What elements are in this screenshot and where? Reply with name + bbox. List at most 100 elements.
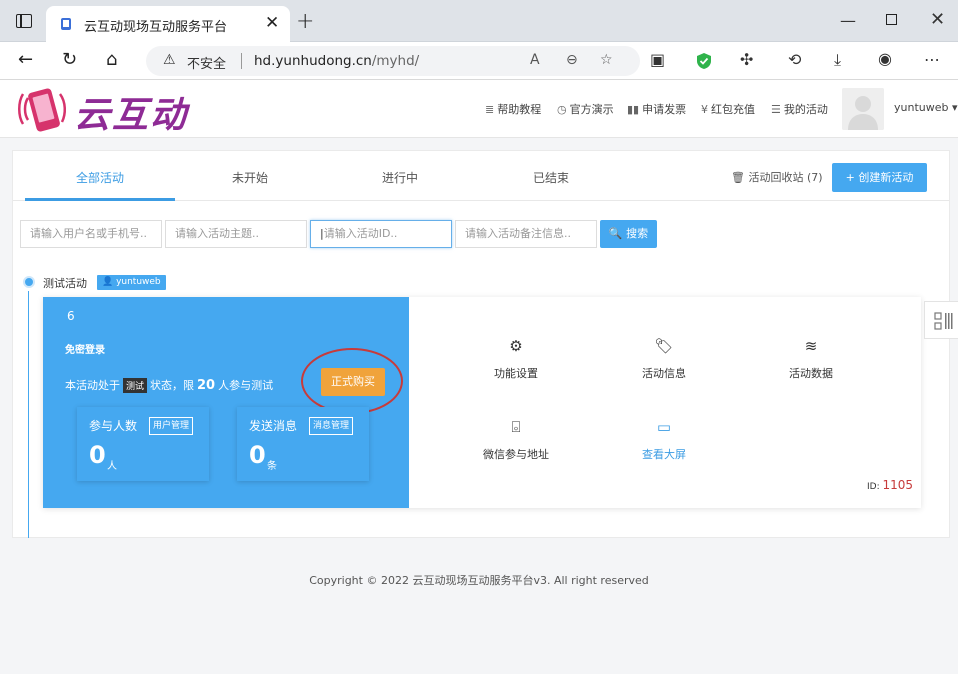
laptop-icon: ▭ xyxy=(656,418,672,436)
nav-my-activities[interactable]: ☰ 我的活动 xyxy=(771,101,828,117)
window-minimize-icon[interactable]: — xyxy=(840,11,856,30)
url-text: hd.yunhudong.cn/myhd/ xyxy=(254,53,419,69)
participants-value: 0 xyxy=(89,441,106,469)
qr-code-side-button[interactable] xyxy=(924,301,958,339)
url-host: hd.yunhudong.cn xyxy=(254,53,372,69)
highlight-circle xyxy=(301,348,403,414)
sidebar-toggle-icon[interactable] xyxy=(16,14,32,28)
warning-icon: ⚠ xyxy=(163,52,176,68)
history-icon[interactable]: ⟲ xyxy=(788,50,801,69)
active-tab-indicator xyxy=(25,198,175,201)
search-row: 请输入用户名或手机号.. 请输入活动主题.. |请输入活动ID.. 请输入活动备… xyxy=(13,220,949,248)
activities-panel: 全部活动 未开始 进行中 已结束 🗑 活动回收站 (7) + 创建新活动 请输入… xyxy=(12,150,950,538)
activity-card: 6 免密登录 本活动处于 测试 状态，限 20 人参与测试 正式购买 参与人数 用户管理… xyxy=(43,297,921,508)
note-search-input[interactable]: 请输入活动备注信息.. xyxy=(455,220,597,248)
group-title: 测试活动 xyxy=(43,277,87,290)
recycle-bin-link[interactable]: 🗑 活动回收站 (7) xyxy=(731,169,823,185)
read-aloud-icon[interactable]: A xyxy=(530,52,540,68)
browser-tab[interactable]: 云互动现场互动服务平台 ✕ xyxy=(46,6,290,42)
home-icon[interactable]: ⌂ xyxy=(106,49,117,70)
status-badge: 测试 xyxy=(123,378,148,393)
reload-icon[interactable]: ↻ xyxy=(62,49,77,70)
messages-stat: 发送消息 消息管理 0 条 xyxy=(237,407,369,481)
invoice-icon: ▮▮ xyxy=(627,103,640,116)
activity-info[interactable]: 🏷 活动信息 xyxy=(609,337,719,381)
url-field[interactable]: ⚠ 不安全 hd.yunhudong.cn/myhd/ A ⊖ ☆ xyxy=(146,46,640,76)
search-button[interactable]: 🔍 搜索 xyxy=(600,220,657,248)
function-settings[interactable]: ⚙ 功能设置 xyxy=(461,337,571,381)
window-maximize-icon[interactable] xyxy=(886,14,897,25)
favorite-icon[interactable]: ☆ xyxy=(600,52,613,68)
tab-close-icon[interactable]: ✕ xyxy=(265,13,279,33)
timeline-dot xyxy=(23,276,35,288)
create-activity-button[interactable]: + 创建新活动 xyxy=(832,163,927,192)
participants-label: 参与人数 xyxy=(89,419,138,433)
user-menu[interactable]: yuntuweb ▾ xyxy=(894,101,958,114)
tab-not-started[interactable]: 未开始 xyxy=(175,169,325,186)
qr-code-icon xyxy=(934,312,953,330)
logo-text[interactable]: 云互动 xyxy=(74,86,188,138)
activity-id-value: 1105 xyxy=(882,478,914,492)
url-path: /myhd/ xyxy=(371,53,420,69)
nav-demo[interactable]: ◷ 官方演示 xyxy=(557,101,614,117)
nav-help[interactable]: ≣ 帮助教程 xyxy=(485,101,541,117)
new-tab-icon[interactable]: + xyxy=(296,9,314,34)
activity-id: ID: 1105 xyxy=(867,478,914,492)
menu-icon: ☰ xyxy=(771,103,781,116)
footer-copyright: Copyright © 2022 云互动现场互动服务平台v3. All righ… xyxy=(309,574,649,587)
messages-value: 0 xyxy=(249,441,266,469)
user-management-button[interactable]: 用户管理 xyxy=(149,417,194,435)
nav-recharge[interactable]: ¥ 红包充值 xyxy=(701,101,755,117)
clock-icon: ◷ xyxy=(557,103,567,116)
activity-status: 本活动处于 测试 状态，限 20 人参与测试 xyxy=(65,378,274,393)
nav-invoice[interactable]: ▮▮ 申请发票 xyxy=(627,101,686,117)
activity-title[interactable]: 6 xyxy=(67,309,75,323)
view-big-screen[interactable]: ▭ 查看大屏 xyxy=(609,418,719,462)
activity-subtitle: 免密登录 xyxy=(65,345,105,356)
messages-unit: 条 xyxy=(267,461,277,472)
puzzle-icon[interactable]: ✣ xyxy=(740,50,753,69)
participant-limit: 20 xyxy=(197,378,216,393)
more-icon[interactable]: ⋯ xyxy=(924,50,940,69)
database-icon: ≋ xyxy=(804,337,818,355)
wechat-join-address[interactable]: ⌻ 微信参与地址 xyxy=(461,418,571,462)
insecure-label: 不安全 xyxy=(187,57,227,72)
activity-id-search-input[interactable]: |请输入活动ID.. xyxy=(310,220,452,248)
gear-icon: ⚙ xyxy=(509,337,523,355)
tab-in-progress[interactable]: 进行中 xyxy=(325,169,475,186)
filter-tabs: 全部活动 未开始 进行中 已结束 🗑 活动回收站 (7) + 创建新活动 xyxy=(13,151,949,201)
group-user-badge: 👤 yuntuweb xyxy=(97,275,166,290)
topic-search-input[interactable]: 请输入活动主题.. xyxy=(165,220,307,248)
activity-data[interactable]: ≋ 活动数据 xyxy=(756,337,866,381)
zoom-icon[interactable]: ⊖ xyxy=(566,52,578,68)
user-avatar-icon xyxy=(842,88,884,130)
scan-icon: ⌻ xyxy=(511,418,521,436)
tab-title: 云互动现场互动服务平台 xyxy=(84,20,228,35)
download-icon[interactable]: ⤓ xyxy=(834,50,841,70)
site-header: 云互动 ≣ 帮助教程 ◷ 官方演示 ▮▮ 申请发票 ¥ 红包充值 ☰ 我的活动 yuntu… xyxy=(0,80,958,138)
activity-card-summary: 6 免密登录 本活动处于 测试 状态，限 20 人参与测试 正式购买 参与人数 用户管理… xyxy=(43,297,409,508)
window-close-icon[interactable]: ✕ xyxy=(930,9,945,30)
tag-icon: 🏷 xyxy=(654,337,674,355)
site-favicon-icon xyxy=(61,18,71,30)
logo-phone-icon[interactable] xyxy=(18,84,72,136)
address-bar: ← ↻ ⌂ ⚠ 不安全 hd.yunhudong.cn/myhd/ A ⊖ ☆ … xyxy=(0,42,958,80)
shield-icon[interactable] xyxy=(696,52,712,70)
activity-functions: ⚙ 功能设置 🏷 活动信息 ≋ 活动数据 ⌻ 微信参与地址 ▭ 查看大屏 ID:… xyxy=(409,297,921,508)
list-icon: ≣ xyxy=(485,103,495,116)
browser-tab-bar: 云互动现场互动服务平台 ✕ + — ✕ xyxy=(0,0,958,42)
avatar[interactable] xyxy=(842,88,884,130)
participants-stat: 参与人数 用户管理 0 人 xyxy=(77,407,209,481)
yen-icon: ¥ xyxy=(701,103,708,116)
tab-ended[interactable]: 已结束 xyxy=(476,169,626,186)
profile-icon[interactable]: ◉ xyxy=(878,49,892,68)
timeline-line xyxy=(28,291,29,538)
participants-unit: 人 xyxy=(107,461,117,472)
back-icon[interactable]: ← xyxy=(18,49,33,70)
message-management-button[interactable]: 消息管理 xyxy=(309,417,354,435)
url-separator xyxy=(241,53,242,69)
tab-all[interactable]: 全部活动 xyxy=(25,169,175,186)
username-search-input[interactable]: 请输入用户名或手机号.. xyxy=(20,220,162,248)
extension-icon[interactable]: ▣ xyxy=(650,50,665,69)
messages-label: 发送消息 xyxy=(249,419,298,433)
